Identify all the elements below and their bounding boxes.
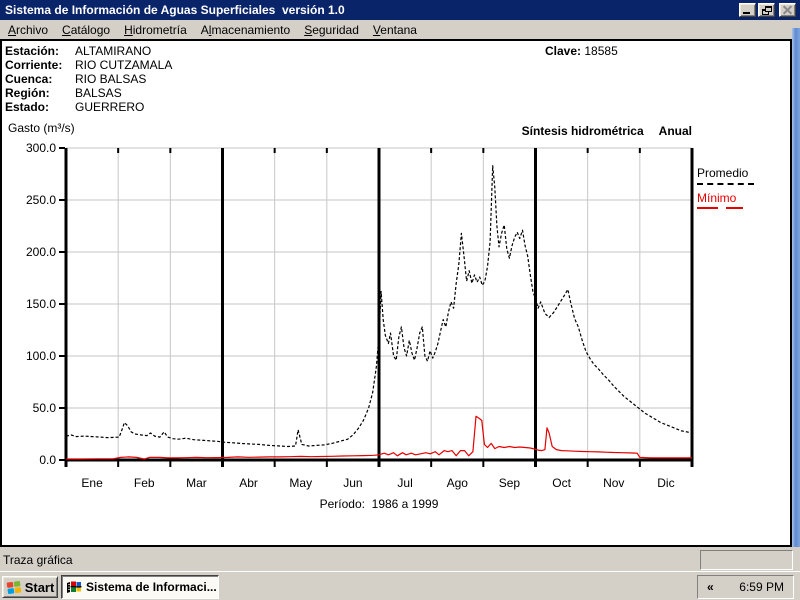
month-label: Jun xyxy=(343,476,362,490)
task-button-sias[interactable]: Sistema de Informaci... xyxy=(61,575,219,599)
info-clave: Clave: 18585 xyxy=(545,44,618,58)
y-tick-label: 300.0 xyxy=(26,141,56,155)
status-panel xyxy=(700,550,793,570)
taskbar: Start Sistema de Informaci... « 6:59 PM xyxy=(0,571,800,600)
menu-bar: Archivo Catálogo Hidrometría Almacenamie… xyxy=(0,20,793,39)
start-button[interactable]: Start xyxy=(2,576,58,598)
tray-chevron-button[interactable]: « xyxy=(707,580,714,594)
info-value: BALSAS xyxy=(75,86,122,100)
month-label: May xyxy=(289,476,312,490)
info-estacion: Estación: ALTAMIRANO xyxy=(5,44,151,58)
windows-logo-icon xyxy=(6,580,21,594)
month-label: Mar xyxy=(186,476,207,490)
info-label: Región: xyxy=(5,86,50,100)
desktop-edge-strip xyxy=(792,28,800,547)
taskbar-clock: 6:59 PM xyxy=(739,580,784,594)
menu-hidrometria[interactable]: Hidrometría xyxy=(117,21,194,39)
y-tick-label: 250.0 xyxy=(26,193,56,207)
menu-seguridad[interactable]: Seguridad xyxy=(297,21,366,39)
status-text: Traza gráfica xyxy=(3,553,73,567)
legend-minimo-line-sample xyxy=(697,207,769,209)
y-axis-title: Gasto (m³/s) xyxy=(8,121,75,135)
close-button[interactable] xyxy=(779,3,796,17)
restore-button[interactable] xyxy=(758,3,775,17)
month-label: Feb xyxy=(134,476,155,490)
info-value: RIO BALSAS xyxy=(75,72,147,86)
info-value: RIO CUTZAMALA xyxy=(75,58,173,72)
y-tick-label: 100.0 xyxy=(26,349,56,363)
minimize-button[interactable] xyxy=(739,3,756,17)
month-label: Dic xyxy=(657,476,674,490)
minimize-icon xyxy=(743,12,750,14)
info-value: ALTAMIRANO xyxy=(75,44,152,58)
y-tick-label: 150.0 xyxy=(26,297,56,311)
chart-header-mode: Anual xyxy=(658,124,692,138)
restore-icon xyxy=(761,5,772,15)
info-corriente: Corriente: RIO CUTZAMALA xyxy=(5,58,172,72)
clave-value: 18585 xyxy=(584,44,618,58)
menu-almacenamiento[interactable]: Almacenamiento xyxy=(194,21,297,39)
app-icon xyxy=(67,581,82,593)
legend-promedio-label: Promedio xyxy=(697,166,749,180)
start-label: Start xyxy=(24,579,55,595)
info-label: Cuenca: xyxy=(5,72,53,86)
info-label: Estación: xyxy=(5,44,60,58)
status-bar: Traza gráfica xyxy=(0,548,800,571)
month-label: Abr xyxy=(239,476,258,490)
y-tick-label: 50.0 xyxy=(33,401,57,415)
info-value: GUERRERO xyxy=(75,100,145,114)
window-title: Sistema de Información de Aguas Superfic… xyxy=(5,3,345,17)
chart-header-title: Síntesis hidrométrica xyxy=(521,124,644,138)
y-tick-label: 200.0 xyxy=(26,245,56,259)
month-label: Sep xyxy=(499,476,521,490)
y-tick-label: 0.0 xyxy=(39,453,56,467)
menu-archivo[interactable]: Archivo xyxy=(1,21,55,39)
system-tray: « 6:59 PM xyxy=(697,575,794,599)
desktop: Sistema de Información de Aguas Superfic… xyxy=(0,0,800,600)
legend-minimo-label: Mínimo xyxy=(697,191,737,205)
close-icon xyxy=(783,6,792,15)
info-estado: Estado: GUERRERO xyxy=(5,100,144,114)
legend-promedio-line-sample xyxy=(697,183,754,185)
info-cuenca: Cuenca: RIO BALSAS xyxy=(5,72,146,86)
menu-ventana[interactable]: Ventana xyxy=(366,21,424,39)
period-label: Período: 1986 a 1999 xyxy=(319,497,439,511)
info-region: Región: BALSAS xyxy=(5,86,122,100)
task-button-label: Sistema de Informaci... xyxy=(86,580,217,594)
info-label: Corriente: xyxy=(5,58,63,72)
window-controls xyxy=(739,3,796,17)
info-label: Estado: xyxy=(5,100,50,114)
month-label: Ago xyxy=(447,476,469,490)
chart-header: Síntesis hidrométrica Anual xyxy=(430,124,692,138)
chart-svg: 300.0 250.0 200.0 150.0 100.0 50.0 0.0 Ene Feb Ma… xyxy=(26,141,694,490)
month-label: Oct xyxy=(552,476,571,490)
month-label: Nov xyxy=(603,476,624,490)
clave-label: Clave: xyxy=(545,44,582,58)
month-label: Jul xyxy=(397,476,412,490)
chart-legend: Promedio Mínimo xyxy=(697,166,769,209)
month-label: Ene xyxy=(81,476,103,490)
menu-catalogo[interactable]: Catálogo xyxy=(55,21,117,39)
window-titlebar: Sistema de Información de Aguas Superfic… xyxy=(0,0,800,20)
